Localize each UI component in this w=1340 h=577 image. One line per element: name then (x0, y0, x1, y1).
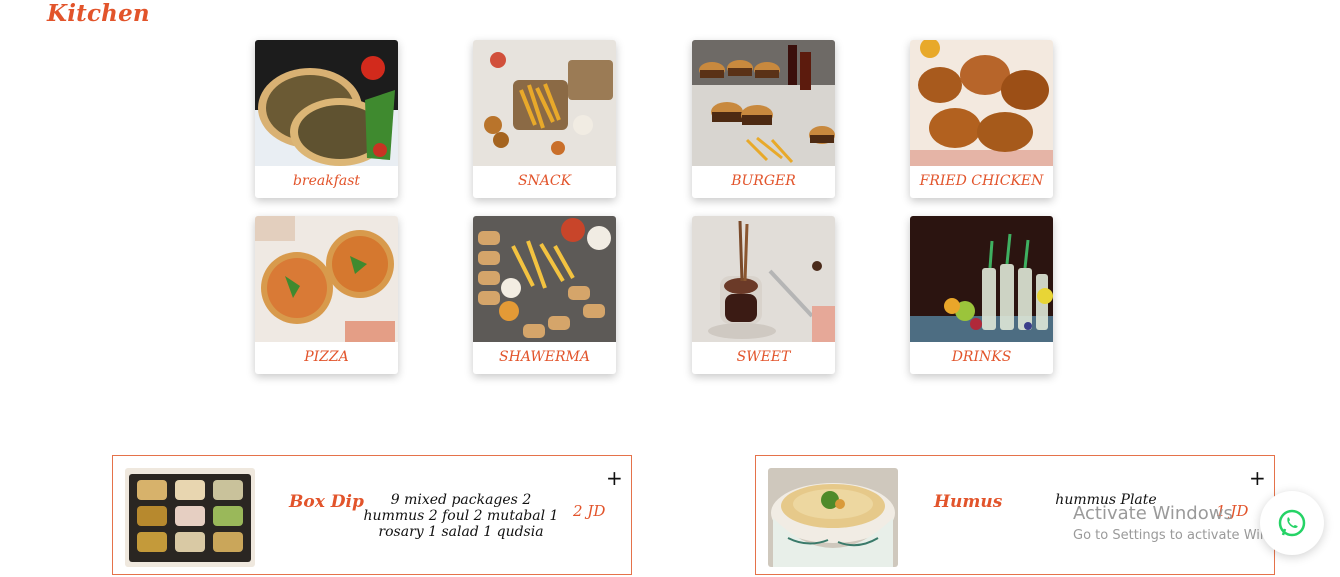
item-name: Box Dip (289, 492, 364, 512)
item-description-line: hummus Plate (1055, 492, 1157, 508)
sweet-image (692, 216, 835, 342)
category-label: breakfast (292, 173, 361, 189)
drinks-image (910, 216, 1053, 342)
burger-image (692, 40, 835, 166)
category-card-sweet[interactable]: SWEET (692, 216, 835, 374)
menu-item-humus[interactable]: Humus hummus Plate 1 JD + (755, 455, 1275, 575)
category-card-drinks[interactable]: DRINKS (910, 216, 1053, 374)
category-grid: breakfast SNACK BURGER FRIED CHICKEN PIZ… (0, 0, 1340, 400)
item-description: 9 mixed packages 2 hummus 2 foul 2 mutab… (361, 492, 561, 540)
category-label: PIZZA (304, 349, 349, 365)
item-description-line: 9 mixed packages 2 (390, 492, 532, 508)
pizza-image (255, 216, 398, 342)
item-price: 2 JD (573, 502, 606, 520)
shawerma-image (473, 216, 616, 342)
item-name: Humus (934, 492, 1003, 512)
menu-item-box-dip[interactable]: Box Dip 9 mixed packages 2 hummus 2 foul… (112, 455, 632, 575)
breakfast-image (255, 40, 398, 166)
humus-image (768, 468, 898, 567)
category-label: FRIED CHICKEN (919, 173, 1044, 189)
add-to-cart-button[interactable]: + (1249, 468, 1266, 488)
whatsapp-button[interactable] (1260, 491, 1324, 555)
category-label: DRINKS (951, 349, 1012, 365)
fried-chicken-image (910, 40, 1053, 166)
box-dip-image (125, 468, 255, 567)
item-description-line: hummus 2 foul 2 mutabal 1 (363, 508, 559, 524)
category-card-snack[interactable]: SNACK (473, 40, 616, 198)
category-label: BURGER (731, 173, 796, 189)
category-card-fried-chicken[interactable]: FRIED CHICKEN (910, 40, 1053, 198)
category-label: SNACK (517, 173, 572, 189)
category-card-breakfast[interactable]: breakfast (255, 40, 398, 198)
category-card-pizza[interactable]: PIZZA (255, 216, 398, 374)
snack-image (473, 40, 616, 166)
category-label: SHAWERMA (499, 349, 590, 365)
category-label: SWEET (736, 349, 791, 365)
item-description-line: rosary 1 salad 1 qudsia (378, 524, 544, 540)
item-price: 1 JD (1216, 502, 1249, 520)
whatsapp-icon (1278, 509, 1306, 537)
category-card-burger[interactable]: BURGER (692, 40, 835, 198)
add-to-cart-button[interactable]: + (606, 468, 623, 488)
item-description: hummus Plate (1046, 492, 1166, 508)
category-card-shawerma[interactable]: SHAWERMA (473, 216, 616, 374)
